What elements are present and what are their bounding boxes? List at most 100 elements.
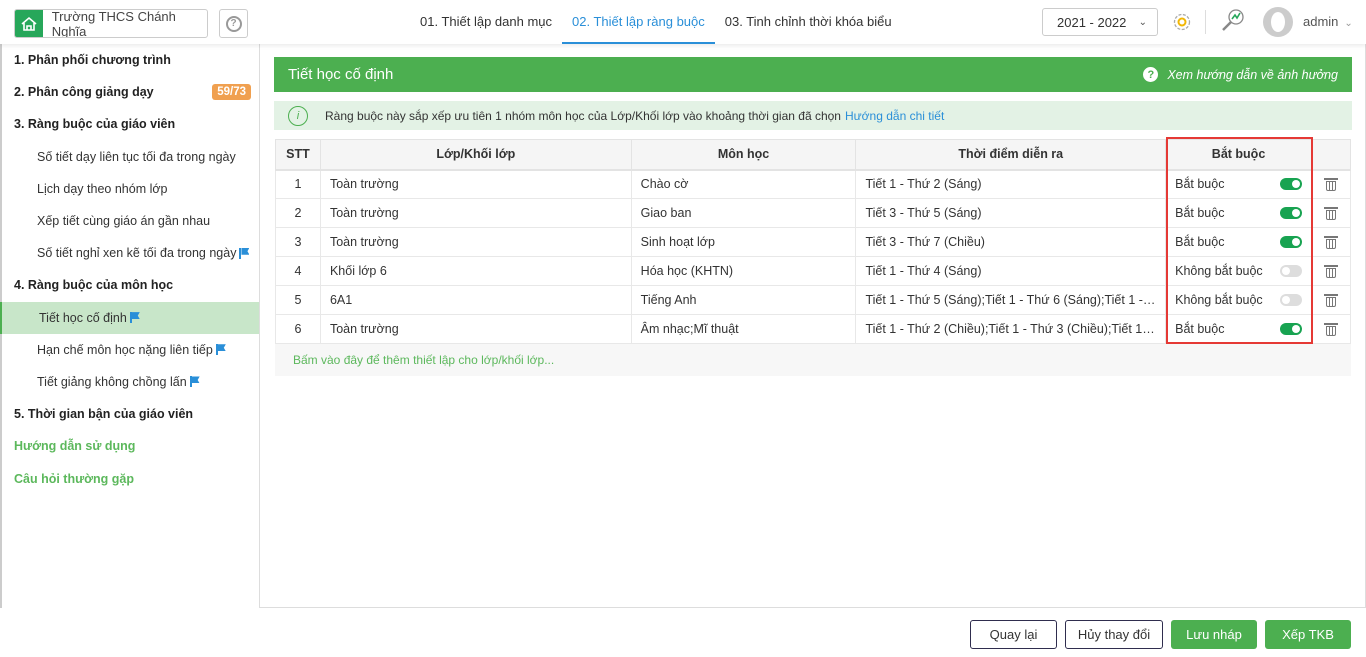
cell-subject[interactable]: Sinh hoạt lớp (630, 227, 857, 257)
tab-adjust-timetable[interactable]: 03. Tinh chỉnh thời khóa biểu (715, 0, 902, 44)
avatar[interactable] (1263, 7, 1293, 37)
sidebar: 1. Phân phối chương trình 2. Phân công g… (0, 44, 260, 608)
cell-time[interactable]: Tiết 3 - Thứ 5 (Sáng) (855, 198, 1167, 228)
sidebar-item-faq[interactable]: Câu hỏi thường gặp (2, 462, 259, 494)
analytics-magnifier-icon[interactable] (1220, 8, 1246, 34)
flag-icon (189, 376, 200, 388)
sidebar-item-teacher-busy-time[interactable]: 5. Thời gian bận của giáo viên (2, 398, 259, 430)
cell-stt: 6 (275, 314, 321, 344)
cell-actions (1310, 169, 1352, 199)
detail-guide-link[interactable]: Hướng dẫn chi tiết (845, 109, 944, 123)
required-toggle[interactable] (1279, 294, 1302, 306)
cell-stt: 5 (275, 285, 321, 315)
sidebar-item-class-group-schedule[interactable]: Lịch dạy theo nhóm lớp (2, 173, 259, 205)
help-button[interactable]: ? (219, 9, 248, 38)
sidebar-item-no-overlap[interactable]: Tiết giảng không chồng lấn (2, 366, 259, 398)
table-row: 3 Toàn trường Sinh hoạt lớp Tiết 3 - Thứ… (275, 227, 1352, 257)
school-selector[interactable]: Trường THCS Chánh Nghĩa (14, 9, 208, 38)
cell-class[interactable]: Khối lớp 6 (319, 256, 632, 286)
required-label: Không bắt buộc (1175, 264, 1263, 278)
page-title: Tiết học cố định (288, 66, 394, 83)
trash-icon[interactable] (1323, 322, 1338, 336)
flag-icon (215, 344, 226, 356)
impact-guide-link[interactable]: ? Xem hướng dẫn về ảnh hưởng (1143, 67, 1338, 82)
required-toggle[interactable] (1279, 178, 1302, 191)
sidebar-item-same-lesson-plan[interactable]: Xếp tiết cùng giáo án gần nhau (2, 205, 259, 237)
trash-icon[interactable] (1323, 235, 1338, 249)
cell-time[interactable]: Tiết 1 - Thứ 5 (Sáng);Tiết 1 - Thứ 6 (Sá… (855, 285, 1167, 315)
label: Xếp tiết cùng giáo án gần nhau (37, 214, 211, 229)
cell-subject[interactable]: Tiếng Anh (630, 285, 857, 315)
sidebar-item-heavy-subjects[interactable]: Hạn chế môn học nặng liên tiếp (2, 334, 259, 366)
cell-time[interactable]: Tiết 1 - Thứ 2 (Chiều);Tiết 1 - Thứ 3 (C… (855, 314, 1167, 344)
cell-required: Không bắt buộc (1165, 285, 1312, 315)
sidebar-item-teaching-assignment[interactable]: 2. Phân công giảng dạy 59/73 (2, 76, 259, 108)
sidebar-item-subject-constraints[interactable]: 4. Ràng buộc của môn học (2, 269, 259, 301)
cell-subject[interactable]: Giao ban (630, 198, 857, 228)
sidebar-item-program-distribution[interactable]: 1. Phân phối chương trình (2, 44, 259, 76)
save-draft-button[interactable]: Lưu nháp (1171, 620, 1257, 649)
sidebar-item-max-gaps[interactable]: Số tiết nghỉ xen kẽ tối đa trong ngày (2, 237, 259, 269)
label: Tiết học cố định (39, 310, 127, 325)
user-menu[interactable]: admin ⌄ (1303, 14, 1353, 29)
flag-icon (239, 247, 249, 259)
cell-time[interactable]: Tiết 3 - Thứ 7 (Chiều) (855, 227, 1167, 257)
cell-required: Bắt buộc (1165, 198, 1312, 228)
sidebar-item-fixed-periods[interactable]: Tiết học cố định (0, 301, 259, 334)
generate-timetable-button[interactable]: Xếp TKB (1265, 620, 1351, 649)
back-button[interactable]: Quay lại (970, 620, 1057, 649)
required-toggle[interactable] (1279, 323, 1302, 335)
trash-icon[interactable] (1323, 293, 1338, 307)
cancel-changes-button[interactable]: Hủy thay đổi (1065, 620, 1163, 649)
school-name: Trường THCS Chánh Nghĩa (51, 9, 176, 38)
cell-class[interactable]: 6A1 (319, 285, 632, 315)
question-icon: ? (225, 15, 242, 32)
required-toggle[interactable] (1279, 236, 1302, 248)
add-setting-row[interactable]: Bấm vào đây để thêm thiết lập cho lớp/kh… (275, 344, 1351, 376)
cell-subject[interactable]: Âm nhạc;Mĩ thuật (630, 314, 857, 344)
table-row: 2 Toàn trường Giao ban Tiết 3 - Thứ 5 (S… (275, 198, 1352, 228)
tab-setup-catalog[interactable]: 01. Thiết lập danh mục (410, 0, 562, 44)
cell-required: Không bắt buộc (1165, 256, 1312, 286)
info-banner: i Ràng buộc này sắp xếp ưu tiên 1 nhóm m… (274, 101, 1352, 130)
cell-stt: 1 (275, 169, 321, 199)
top-header: Trường THCS Chánh Nghĩa ? 01. Thiết lập … (0, 0, 1366, 44)
trash-icon[interactable] (1323, 264, 1338, 278)
year-select[interactable]: 2021 - 2022 ⌄ (1042, 8, 1158, 36)
label: Hạn chế môn học nặng liên tiếp (37, 342, 213, 357)
cell-time[interactable]: Tiết 1 - Thứ 2 (Sáng) (855, 169, 1167, 199)
cell-stt: 2 (275, 198, 321, 228)
required-label: Bắt buộc (1175, 206, 1225, 220)
gear-icon[interactable] (1172, 12, 1192, 32)
required-label: Không bắt buộc (1175, 293, 1263, 307)
chevron-down-icon: ⌄ (1138, 16, 1147, 28)
column-header-actions (1310, 139, 1352, 171)
cell-class[interactable]: Toàn trường (319, 227, 632, 257)
sidebar-item-max-consecutive[interactable]: Số tiết dạy liên tục tối đa trong ngày (2, 141, 259, 173)
tab-setup-constraints[interactable]: 02. Thiết lập ràng buộc (562, 0, 715, 44)
flag-icon (129, 312, 140, 324)
cell-required: Bắt buộc (1165, 169, 1312, 199)
label: 4. Ràng buộc của môn học (14, 278, 174, 293)
cell-subject[interactable]: Hóa học (KHTN) (630, 256, 857, 286)
required-toggle[interactable] (1279, 207, 1302, 219)
sidebar-item-teacher-constraints[interactable]: 3. Ràng buộc của giáo viên (2, 108, 259, 140)
trash-icon[interactable] (1323, 206, 1338, 220)
label: Câu hỏi thường gặp (14, 471, 135, 486)
main-content: Tiết học cố định ? Xem hướng dẫn về ảnh h… (260, 44, 1366, 608)
cell-subject[interactable]: Chào cờ (630, 169, 857, 199)
cell-time[interactable]: Tiết 1 - Thứ 4 (Sáng) (855, 256, 1167, 286)
column-header-time: Thời điểm diễn ra (855, 139, 1167, 171)
label: Xem hướng dẫn về ảnh hưởng (1167, 67, 1338, 82)
cell-class[interactable]: Toàn trường (319, 314, 632, 344)
sidebar-item-user-guide[interactable]: Hướng dẫn sử dụng (2, 430, 259, 462)
cell-actions (1310, 314, 1352, 344)
cell-class[interactable]: Toàn trường (319, 169, 632, 199)
required-toggle[interactable] (1279, 265, 1302, 277)
label: 1. Phân phối chương trình (14, 53, 171, 68)
cell-required: Bắt buộc (1165, 227, 1312, 257)
label: Tiết giảng không chồng lấn (37, 374, 187, 389)
trash-icon[interactable] (1323, 177, 1338, 192)
required-label: Bắt buộc (1175, 322, 1225, 336)
cell-class[interactable]: Toàn trường (319, 198, 632, 228)
